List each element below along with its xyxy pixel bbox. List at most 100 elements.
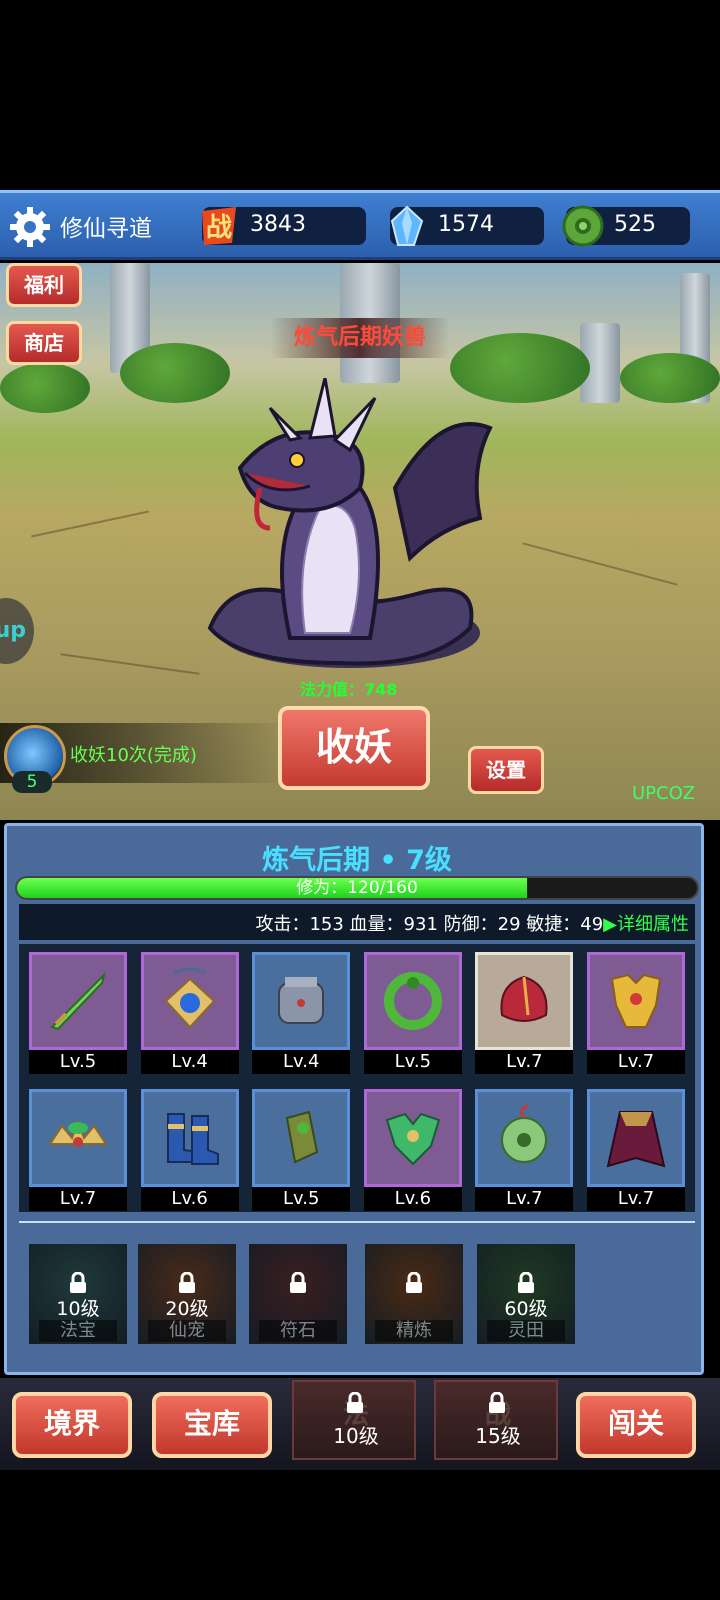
nav-locked-requirement: 10级 [333, 1424, 379, 1448]
equipment-slot[interactable]: Lv.7 [29, 1089, 127, 1213]
boots-icon [166, 1113, 219, 1165]
equipment-frame [252, 952, 351, 1050]
equipment-grid: Lv.5 Lv.4 Lv.4 Lv.5 Lv.7 Lv.7 Lv.7 Lv.6 Lv.5 Lv.6… [19, 944, 695, 1212]
lock-icon [70, 1272, 86, 1293]
gold-armor-icon [610, 973, 662, 1028]
jade-pendant-icon [501, 1104, 548, 1163]
nav-locked-requirement: 15级 [475, 1424, 521, 1448]
equipment-slot[interactable]: Lv.5 [252, 1089, 351, 1213]
equipment-slot[interactable]: Lv.7 [475, 1089, 574, 1213]
equipment-level: Lv.6 [140, 1187, 239, 1211]
divider [19, 1221, 695, 1223]
equipment-level: Lv.7 [475, 1050, 574, 1074]
cultivation-text: 修为：120/160 [296, 878, 418, 898]
crystal-icon [390, 205, 424, 246]
crystal-value: 1574 [438, 212, 494, 237]
settings-button[interactable]: 设置 [468, 746, 544, 794]
shop-button[interactable]: 商店 [6, 321, 82, 365]
locked-feature-name: 精炼 [375, 1320, 453, 1342]
locked-feature-name: 符石 [259, 1320, 337, 1342]
gear-icon[interactable] [8, 205, 52, 249]
locked-feature-slot[interactable]: 符石 [249, 1244, 347, 1344]
lock-icon [518, 1272, 534, 1293]
welfare-button[interactable]: 福利 [6, 263, 82, 307]
bracer-icon [286, 1110, 319, 1164]
nav-treasury-button[interactable]: 宝库 [152, 1392, 272, 1458]
equipment-frame [475, 952, 574, 1050]
equipment-frame [140, 1089, 239, 1187]
jade-value: 525 [614, 212, 656, 237]
jade-ring-icon [383, 972, 442, 1030]
crown-icon [48, 1119, 108, 1147]
green-armor-icon [385, 1112, 441, 1166]
equipment-frame [587, 1089, 685, 1187]
detail-attributes-link[interactable]: ▶详细属性 [603, 914, 689, 935]
nav-challenge-button[interactable]: 闯关 [576, 1392, 696, 1458]
locked-feature-slot[interactable]: 60级 灵田 [477, 1244, 575, 1344]
svg-text:战: 战 [206, 213, 232, 243]
equipment-level: Lv.5 [252, 1187, 351, 1211]
locked-feature-slot[interactable]: 10级 法宝 [29, 1244, 127, 1344]
equipment-slot[interactable]: Lv.4 [140, 952, 239, 1076]
nav-locked-battle[interactable]: 战 15级 [434, 1380, 558, 1460]
bottom-nav: 境界 宝库 法 10级 战 15级 闯关 [0, 1378, 720, 1470]
red-helmet-icon [500, 975, 548, 1022]
nav-locked-technique[interactable]: 法 10级 [292, 1380, 416, 1460]
jade-counter: 525 [562, 205, 690, 247]
jade-coin-icon [562, 205, 604, 247]
locked-feature-slot[interactable]: 精炼 [365, 1244, 463, 1344]
amulet-icon [164, 967, 216, 1029]
equipment-frame [363, 952, 462, 1050]
nav-realm-button[interactable]: 境界 [12, 1392, 132, 1458]
locked-requirement: 20级 [165, 1298, 209, 1320]
lock-icon [179, 1272, 195, 1293]
cultivation-bar: 修为：120/160 [15, 876, 699, 900]
locked-feature-name: 灵田 [487, 1320, 565, 1342]
equipment-level: Lv.5 [363, 1050, 462, 1074]
equipment-frame [29, 952, 127, 1050]
equipment-slot[interactable]: Lv.6 [140, 1089, 239, 1213]
stats-row: 攻击：153 血量：931 防御：29 敏捷：49▶详细属性 [19, 904, 695, 940]
power-value: 法力值：748 [300, 680, 398, 699]
equipment-frame [252, 1089, 351, 1187]
cloak-icon [606, 1111, 666, 1168]
equipment-level: Lv.4 [252, 1050, 351, 1074]
equipment-slot[interactable]: Lv.5 [29, 952, 127, 1076]
equipment-slot[interactable]: Lv.7 [475, 952, 574, 1076]
game-title: 修仙寻道 [60, 216, 152, 242]
lock-icon [290, 1272, 306, 1293]
equipment-level: Lv.7 [29, 1187, 127, 1211]
equipment-frame [29, 1089, 127, 1187]
lock-icon [406, 1272, 422, 1293]
lock-icon [347, 1392, 363, 1413]
locked-feature-slot[interactable]: 20级 仙宠 [138, 1244, 236, 1344]
equipment-frame [475, 1089, 574, 1187]
ground-crack [522, 542, 678, 586]
equipment-slot[interactable]: Lv.4 [252, 952, 351, 1076]
crystal-counter: 1574 [390, 205, 544, 246]
equipment-slot[interactable]: Lv.5 [363, 952, 462, 1076]
equipment-level: Lv.5 [29, 1050, 127, 1074]
stats-text: 攻击：153 血量：931 防御：29 敏捷：49 [255, 914, 604, 935]
serpent-monster[interactable] [200, 378, 500, 678]
equipment-level: Lv.4 [140, 1050, 239, 1074]
equipment-frame [363, 1089, 462, 1187]
ground-crack [60, 653, 200, 675]
character-panel: 炼气后期 • 7级 修为：120/160 攻击：153 血量：931 防御：29… [4, 823, 704, 1375]
catch-monster-button[interactable]: 收妖 [278, 706, 430, 790]
ground-crack [31, 510, 149, 538]
locked-feature-name: 仙宠 [148, 1320, 226, 1342]
locked-requirement: 60级 [504, 1298, 548, 1320]
battle-power-counter: 战 3843 [202, 207, 366, 245]
realm-level: 炼气后期 • 7级 [262, 845, 452, 876]
quest-text[interactable]: 收妖10次(完成) [70, 741, 197, 767]
side-expand-tab[interactable]: up [0, 598, 34, 664]
locked-feature-name: 法宝 [39, 1320, 117, 1342]
equipment-frame [587, 952, 685, 1050]
equipment-level: Lv.7 [587, 1050, 685, 1074]
equipment-slot[interactable]: Lv.7 [587, 952, 685, 1076]
battle-power-value: 3843 [250, 212, 306, 237]
equipment-level: Lv.7 [587, 1187, 685, 1211]
equipment-slot[interactable]: Lv.6 [363, 1089, 462, 1213]
equipment-slot[interactable]: Lv.7 [587, 1089, 685, 1213]
